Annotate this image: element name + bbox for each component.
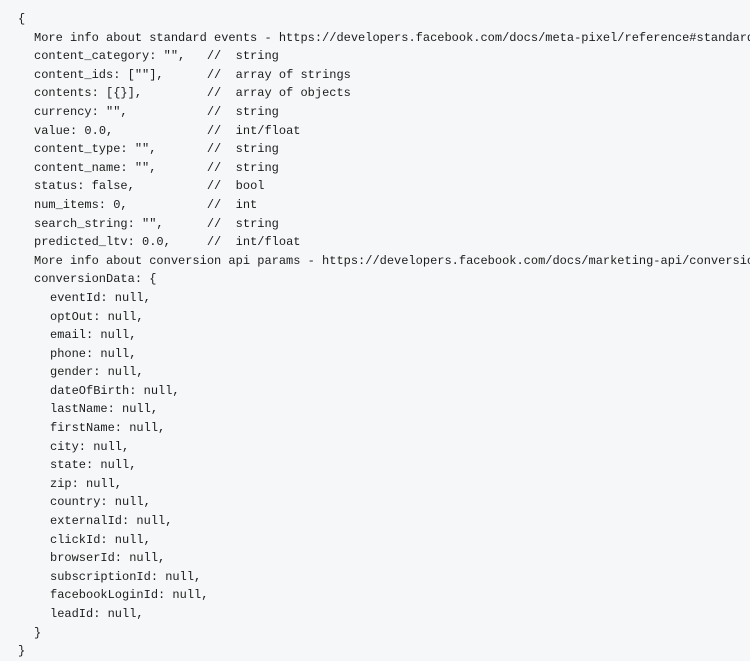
property-comment: // int/float bbox=[207, 235, 301, 249]
conversion-data-open: conversionData: { bbox=[18, 270, 732, 289]
conversion-field: email: null, bbox=[18, 326, 732, 345]
property-key: content_ids: bbox=[34, 66, 120, 85]
conversion-field: country: null, bbox=[18, 493, 732, 512]
conversion-field: eventId: null, bbox=[18, 289, 732, 308]
property-value: 0.0, bbox=[142, 235, 171, 249]
property-comment: // string bbox=[207, 142, 279, 156]
property-value: [{}], bbox=[106, 86, 142, 100]
property-key: content_category: bbox=[34, 47, 156, 66]
properties-list: content_category: "", // stringcontent_i… bbox=[18, 47, 732, 252]
property-line: content_category: "", // string bbox=[18, 47, 732, 66]
property-line: content_name: "", // string bbox=[18, 159, 732, 178]
brace-open: { bbox=[18, 10, 732, 29]
property-comment: // string bbox=[207, 49, 279, 63]
property-value: false, bbox=[92, 179, 135, 193]
conversion-field: leadId: null, bbox=[18, 605, 732, 624]
property-key: content_name: bbox=[34, 159, 128, 178]
property-line: value: 0.0, // int/float bbox=[18, 122, 732, 141]
property-value: "", bbox=[135, 161, 157, 175]
property-value: "", bbox=[106, 105, 128, 119]
property-key: predicted_ltv: bbox=[34, 233, 135, 252]
property-value: 0.0, bbox=[84, 124, 113, 138]
property-line: content_type: "", // string bbox=[18, 140, 732, 159]
property-key: status: bbox=[34, 177, 84, 196]
conversion-field: phone: null, bbox=[18, 345, 732, 364]
property-line: contents: [{}], // array of objects bbox=[18, 84, 732, 103]
conversion-fields-list: eventId: null,optOut: null,email: null,p… bbox=[18, 289, 732, 624]
property-line: search_string: "", // string bbox=[18, 215, 732, 234]
property-key: search_string: bbox=[34, 215, 135, 234]
property-key: value: bbox=[34, 122, 77, 141]
property-line: content_ids: [""], // array of strings bbox=[18, 66, 732, 85]
conversion-field: browserId: null, bbox=[18, 549, 732, 568]
conversion-field: firstName: null, bbox=[18, 419, 732, 438]
conversion-field: gender: null, bbox=[18, 363, 732, 382]
property-comment: // string bbox=[207, 105, 279, 119]
comment-standard-events: More info about standard events - https:… bbox=[18, 29, 732, 48]
property-value: "", bbox=[164, 49, 186, 63]
comment-conversion-api: More info about conversion api params - … bbox=[18, 252, 732, 271]
conversion-field: clickId: null, bbox=[18, 531, 732, 550]
property-comment: // string bbox=[207, 161, 279, 175]
brace-close: } bbox=[18, 642, 732, 661]
property-line: status: false, // bool bbox=[18, 177, 732, 196]
property-value: "", bbox=[142, 217, 164, 231]
property-line: num_items: 0, // int bbox=[18, 196, 732, 215]
conversion-field: city: null, bbox=[18, 438, 732, 457]
code-block: { More info about standard events - http… bbox=[18, 10, 732, 661]
conversion-field: dateOfBirth: null, bbox=[18, 382, 732, 401]
conversion-field: lastName: null, bbox=[18, 400, 732, 419]
property-comment: // array of objects bbox=[207, 86, 351, 100]
conversion-field: state: null, bbox=[18, 456, 732, 475]
property-line: currency: "", // string bbox=[18, 103, 732, 122]
conversion-field: externalId: null, bbox=[18, 512, 732, 531]
property-comment: // bool bbox=[207, 179, 265, 193]
property-key: num_items: bbox=[34, 196, 106, 215]
property-comment: // int bbox=[207, 198, 257, 212]
property-line: predicted_ltv: 0.0, // int/float bbox=[18, 233, 732, 252]
property-value: 0, bbox=[113, 198, 127, 212]
property-key: content_type: bbox=[34, 140, 128, 159]
conversion-field: facebookLoginId: null, bbox=[18, 586, 732, 605]
conversion-field: optOut: null, bbox=[18, 308, 732, 327]
property-comment: // string bbox=[207, 217, 279, 231]
conversion-field: zip: null, bbox=[18, 475, 732, 494]
conversion-data-close: } bbox=[18, 624, 732, 643]
property-comment: // int/float bbox=[207, 124, 301, 138]
property-value: [""], bbox=[128, 68, 164, 82]
property-comment: // array of strings bbox=[207, 68, 351, 82]
property-value: "", bbox=[135, 142, 157, 156]
conversion-field: subscriptionId: null, bbox=[18, 568, 732, 587]
property-key: currency: bbox=[34, 103, 99, 122]
property-key: contents: bbox=[34, 84, 99, 103]
